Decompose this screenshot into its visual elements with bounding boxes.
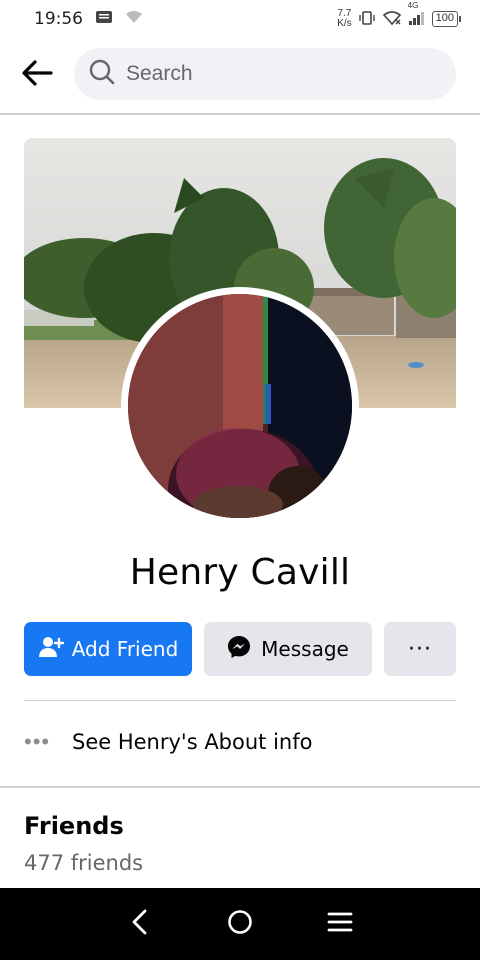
back-arrow-icon xyxy=(20,58,54,93)
system-nav-bar xyxy=(0,888,480,960)
friends-count[interactable]: 477 friends xyxy=(24,851,143,875)
profile-actions: Add Friend Message ··· xyxy=(24,622,456,676)
nav-home-button[interactable] xyxy=(210,894,270,954)
wifi-question-icon xyxy=(125,9,143,29)
add-friend-button[interactable]: Add Friend xyxy=(24,622,192,676)
nav-home-icon xyxy=(226,908,254,941)
actions-divider xyxy=(24,700,456,701)
nav-back-icon xyxy=(130,908,150,941)
friends-heading: Friends xyxy=(24,812,124,840)
status-time: 19:56 xyxy=(34,9,83,29)
add-person-icon xyxy=(38,635,64,664)
nav-back-button[interactable] xyxy=(110,894,170,954)
add-friend-label: Add Friend xyxy=(71,637,179,661)
nav-menu-icon xyxy=(327,911,353,938)
back-button[interactable] xyxy=(0,44,74,106)
more-dots-icon: ••• xyxy=(24,729,51,754)
about-info-link[interactable]: ••• See Henry's About info xyxy=(24,718,456,766)
section-divider xyxy=(0,786,480,788)
search-placeholder: Search xyxy=(126,62,193,85)
search-input[interactable]: Search xyxy=(74,48,456,100)
top-divider xyxy=(0,113,480,115)
profile-avatar[interactable] xyxy=(121,287,359,525)
top-bar: Search xyxy=(0,44,480,106)
wifi-icon xyxy=(382,10,402,29)
more-dots-icon: ··· xyxy=(408,636,432,662)
notification-icon xyxy=(95,9,113,29)
about-label: See Henry's About info xyxy=(72,730,313,754)
nav-menu-button[interactable] xyxy=(310,894,370,954)
messenger-icon xyxy=(227,635,251,664)
battery-icon: 100 xyxy=(431,11,462,27)
status-bar: 19:56 7.7 K/s 4G 100 xyxy=(0,0,480,38)
vibrate-icon xyxy=(358,10,376,29)
profile-name: Henry Cavill xyxy=(129,552,351,593)
message-button[interactable]: Message xyxy=(204,622,372,676)
message-label: Message xyxy=(261,637,349,661)
net-speed: 7.7 K/s xyxy=(337,8,352,29)
signal-icon: 4G xyxy=(408,1,426,29)
search-icon xyxy=(88,58,116,91)
more-button[interactable]: ··· xyxy=(384,622,456,676)
